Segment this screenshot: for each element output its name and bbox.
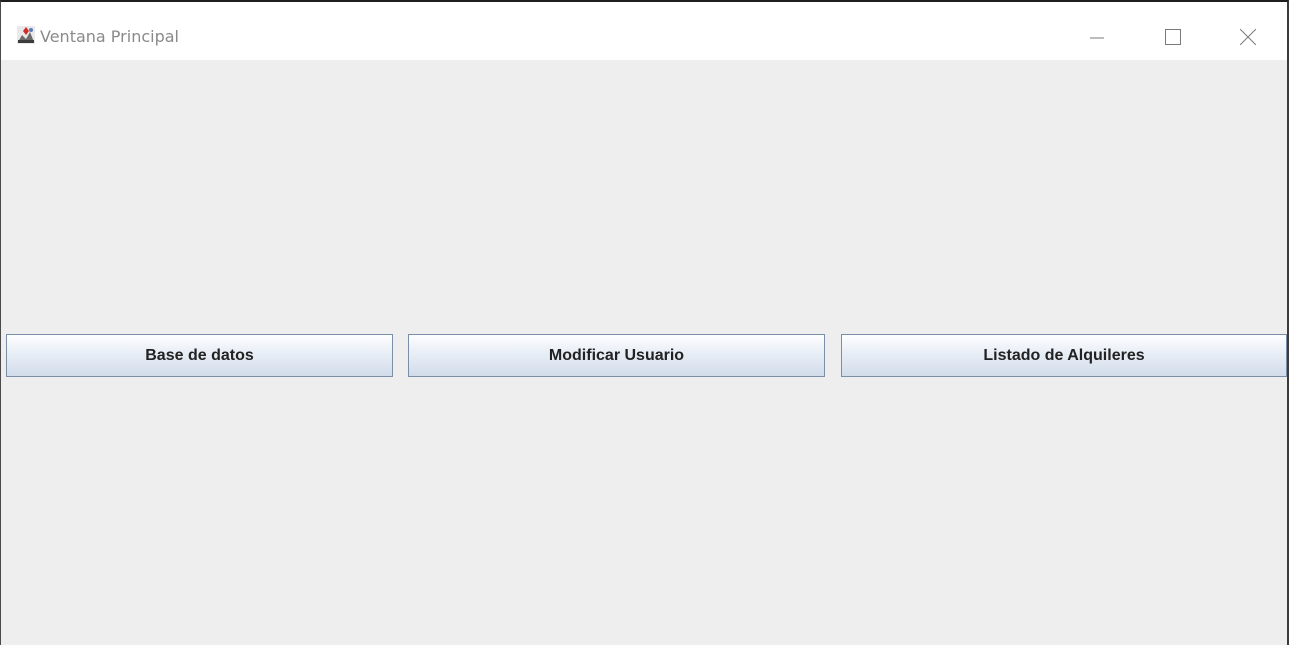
maximize-button[interactable] (1150, 14, 1196, 60)
close-button[interactable] (1225, 14, 1271, 60)
window-title: Ventana Principal (40, 27, 179, 46)
close-icon (1240, 29, 1256, 45)
content-panel: Base de datos Modificar Usuario Listado … (1, 60, 1287, 645)
maximize-icon (1165, 29, 1181, 45)
base-de-datos-button[interactable]: Base de datos (6, 334, 393, 377)
java-duke-icon (17, 26, 35, 44)
main-window: Ventana Principal Base de datos Modifica… (0, 0, 1289, 645)
title-bar[interactable]: Ventana Principal (1, 2, 1287, 60)
listado-alquileres-button[interactable]: Listado de Alquileres (841, 334, 1287, 377)
minimize-button[interactable] (1074, 14, 1120, 60)
modificar-usuario-button[interactable]: Modificar Usuario (408, 334, 825, 377)
minimize-icon (1090, 30, 1104, 44)
